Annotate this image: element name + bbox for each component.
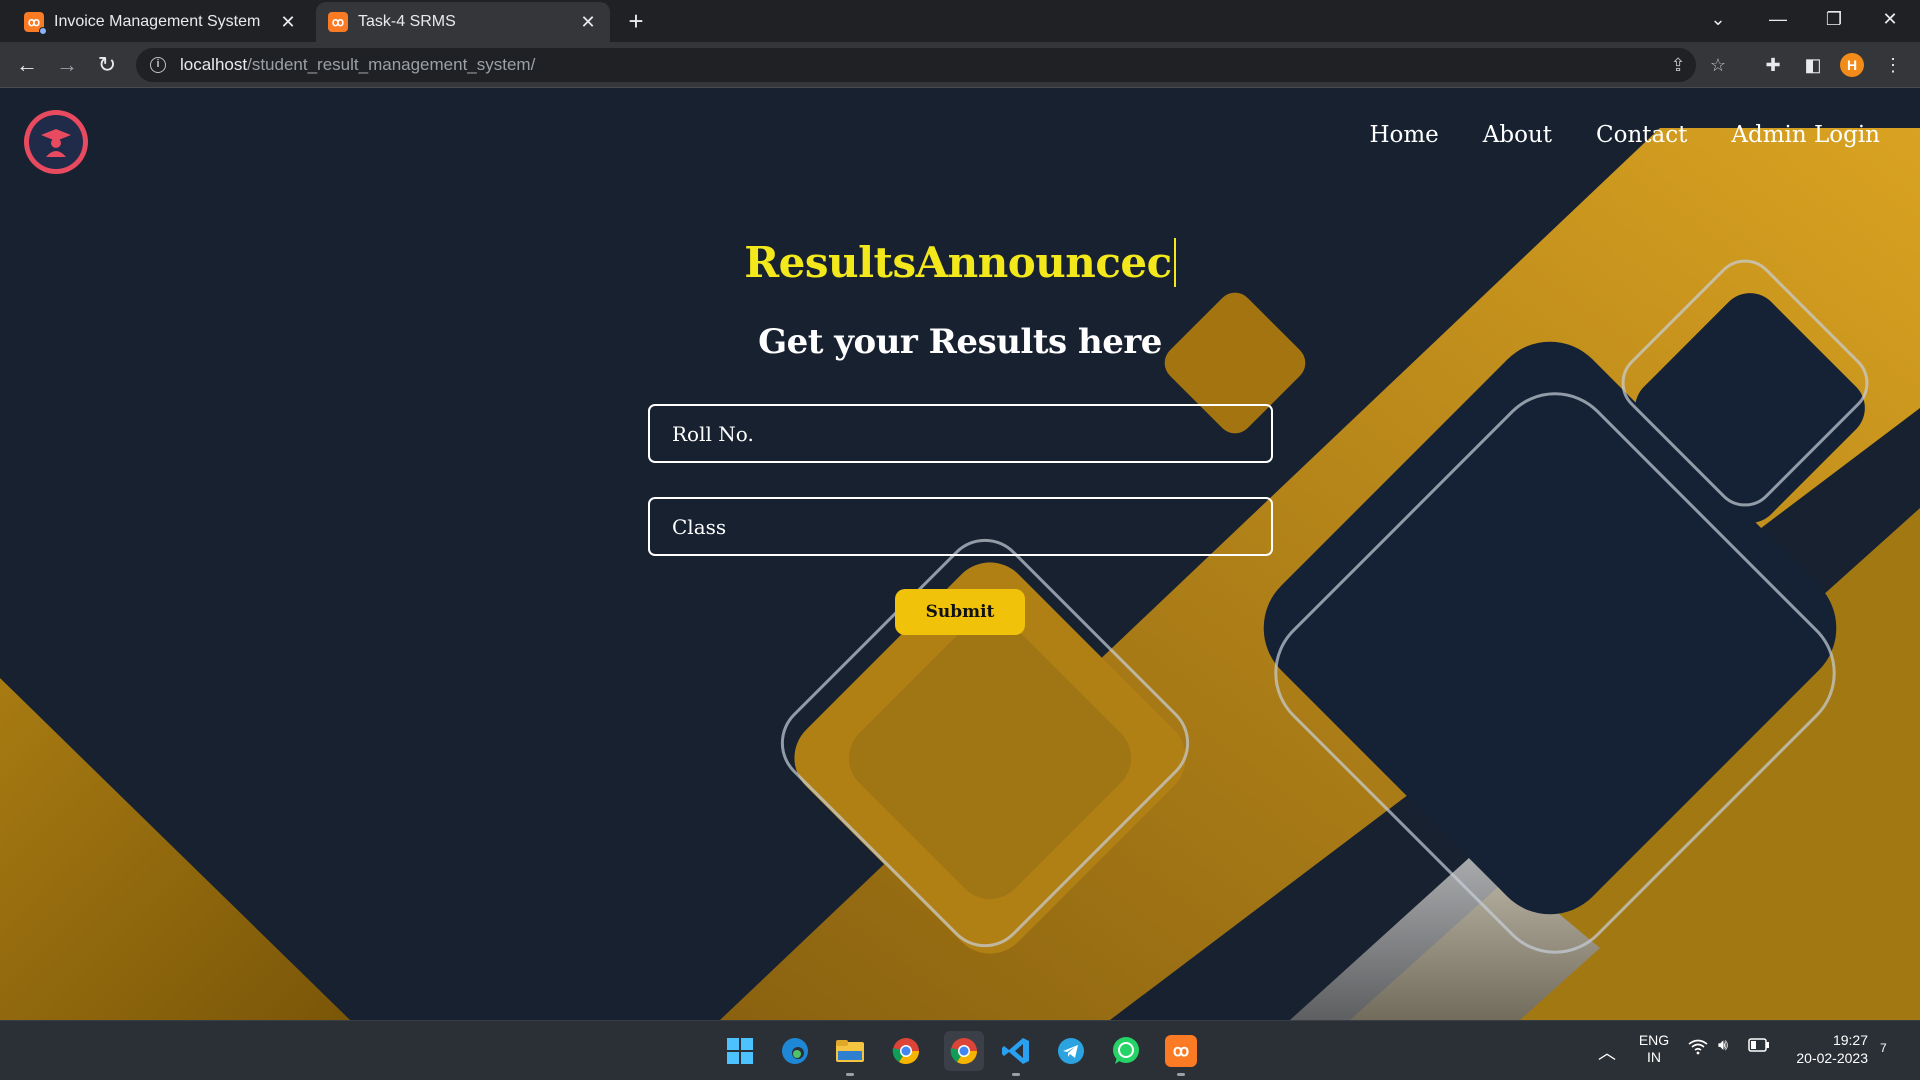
profile-avatar[interactable]: H	[1840, 53, 1864, 77]
site-logo[interactable]	[24, 110, 88, 174]
bookmark-star-icon[interactable]: ☆	[1706, 54, 1730, 76]
file-explorer-icon[interactable]	[834, 1035, 866, 1067]
browser-tab-invoice[interactable]: ꝏ Invoice Management System ✕	[12, 2, 310, 42]
windows-taskbar: ꝏ ︿ ENG IN 🔊︎ 19:27 20-02-2023 7	[0, 1020, 1920, 1080]
running-indicator	[1012, 1073, 1020, 1076]
browser-toolbar: ← → ↻ i localhost /student_result_manage…	[0, 42, 1920, 88]
submit-button[interactable]: Submit	[895, 589, 1025, 635]
roll-number-input[interactable]	[648, 404, 1273, 463]
address-bar[interactable]: i localhost /student_result_management_s…	[136, 48, 1726, 82]
tab-search-icon[interactable]: ⌄	[1690, 0, 1746, 40]
telegram-icon[interactable]	[1055, 1035, 1087, 1067]
url-path: /student_result_management_system/	[247, 55, 536, 74]
xampp-icon: ꝏ	[328, 12, 348, 32]
reload-icon[interactable]: ↻	[92, 50, 122, 80]
running-indicator	[1177, 1073, 1185, 1076]
tab-title: Invoice Management System	[54, 13, 261, 30]
notification-count-badge[interactable]: 7	[1880, 1041, 1887, 1055]
edge-browser-icon[interactable]	[779, 1035, 811, 1067]
browser-tab-srms[interactable]: ꝏ Task-4 SRMS ✕	[316, 2, 610, 42]
close-window-button[interactable]: ✕	[1862, 0, 1918, 40]
language-code: ENG	[1638, 1032, 1670, 1048]
vscode-icon[interactable]	[1000, 1035, 1032, 1067]
language-indicator[interactable]: ENG IN	[1636, 1032, 1672, 1066]
main-nav: Home About Contact Admin Login	[1369, 122, 1880, 148]
whatsapp-icon[interactable]	[1110, 1035, 1142, 1067]
graduate-icon	[29, 115, 83, 169]
nav-home-link[interactable]: Home	[1369, 122, 1438, 148]
nav-contact-link[interactable]: Contact	[1596, 122, 1687, 148]
close-tab-icon[interactable]: ✕	[578, 12, 598, 33]
nav-admin-login-link[interactable]: Admin Login	[1731, 122, 1880, 148]
browser-menu-icon[interactable]: ⋮	[1880, 52, 1906, 78]
class-input[interactable]	[648, 497, 1273, 556]
xampp-icon: ꝏ	[24, 12, 47, 35]
windows-start-icon[interactable]	[724, 1035, 756, 1067]
xampp-icon[interactable]: ꝏ	[1165, 1035, 1197, 1067]
url-host: localhost	[180, 55, 248, 74]
nav-about-link[interactable]: About	[1483, 122, 1552, 148]
new-tab-button[interactable]: +	[620, 6, 652, 38]
running-indicator	[846, 1073, 854, 1076]
browser-tab-strip: ꝏ Invoice Management System ✕ ꝏ Task-4 S…	[0, 0, 1920, 42]
tab-title: Task-4 SRMS	[358, 13, 456, 30]
web-page: Home About Contact Admin Login ResultsAn…	[0, 88, 1920, 1020]
headline-container: ResultsAnnouncec	[0, 238, 1920, 287]
volume-icon[interactable]: 🔊︎	[1718, 1037, 1728, 1055]
share-icon[interactable]: ⇪	[1666, 54, 1690, 76]
show-hidden-icons-chevron-icon[interactable]: ︿	[1598, 1039, 1616, 1065]
restore-button[interactable]: ❐	[1806, 0, 1862, 40]
chrome-profile-icon[interactable]	[890, 1035, 922, 1067]
page-subheading: Get your Results here	[758, 322, 1162, 362]
extensions-puzzle-icon[interactable]: ✚	[1760, 52, 1786, 78]
forward-arrow-icon[interactable]: →	[52, 50, 82, 80]
typing-headline: ResultsAnnouncec	[744, 238, 1176, 287]
site-info-icon[interactable]: i	[150, 57, 166, 73]
clock-date: 20-02-2023	[1796, 1050, 1868, 1066]
minimize-button[interactable]: —	[1750, 0, 1806, 40]
clock-time: 19:27	[1832, 1032, 1868, 1048]
back-arrow-icon[interactable]: ←	[12, 50, 42, 80]
chrome-active-icon[interactable]	[944, 1031, 984, 1071]
side-panel-icon[interactable]: ◧	[1800, 52, 1826, 78]
wifi-icon[interactable]	[1688, 1039, 1708, 1060]
close-tab-icon[interactable]: ✕	[278, 12, 298, 33]
region-code: IN	[1647, 1049, 1661, 1065]
battery-icon[interactable]	[1748, 1038, 1770, 1055]
clock[interactable]: 19:27 20-02-2023	[1778, 1031, 1868, 1067]
